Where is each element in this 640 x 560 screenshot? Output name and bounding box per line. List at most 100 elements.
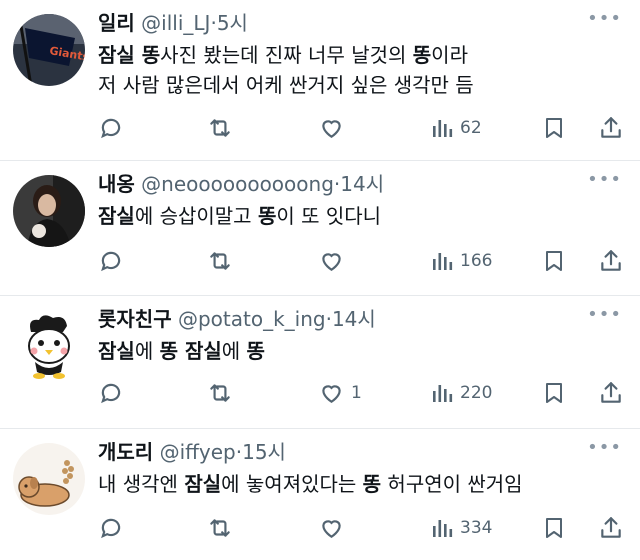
tweet-text: 잠실에 똥 잠실에 똥	[98, 336, 610, 366]
bold-text: 똥	[257, 204, 277, 228]
bookmark-button[interactable]	[542, 113, 566, 143]
timestamp[interactable]: 14시	[340, 172, 384, 196]
retweet-icon	[206, 515, 234, 541]
tweet-text-line: 잠실에 승삽이말고 똥이 또 잇다니	[98, 201, 610, 231]
text-run: 에 승삽이말고	[134, 204, 258, 228]
share-icon	[598, 115, 624, 141]
bold-text: 잠실	[184, 472, 222, 496]
share-button[interactable]	[598, 246, 624, 276]
more-options-icon[interactable]: •••	[587, 439, 622, 457]
views-button[interactable]: 62	[430, 113, 482, 143]
bold-text: 잠실	[98, 339, 135, 363]
user-handle[interactable]: @iffyep	[160, 440, 236, 464]
timestamp[interactable]: 5시	[217, 11, 248, 35]
views-button[interactable]: 334	[430, 513, 492, 543]
bookmark-icon	[542, 248, 566, 274]
bookmark-button[interactable]	[542, 513, 566, 543]
bookmark-icon	[542, 380, 566, 406]
bar-chart-icon	[430, 515, 454, 541]
action-bar: 334	[0, 513, 640, 543]
views-count: 334	[460, 518, 493, 538]
bold-text: 잠실 똥	[98, 43, 161, 67]
retweet-button[interactable]	[206, 378, 234, 408]
share-icon	[598, 380, 624, 406]
heart-icon	[318, 380, 345, 406]
tweet-text-line: 저 사람 많은데서 어케 싼거지 싶은 생각만 듬	[98, 70, 610, 100]
reply-button[interactable]	[98, 378, 124, 408]
retweet-icon	[206, 380, 234, 406]
reply-button[interactable]	[98, 513, 124, 543]
text-run: 에	[134, 339, 160, 363]
avatar[interactable]: Giants	[13, 14, 85, 86]
views-button[interactable]: 166	[430, 246, 492, 276]
reply-button[interactable]	[98, 246, 124, 276]
tweet[interactable]: 내옹 @neoooooooooong·14시 ••• 잠실에 승삽이말고 똥이 …	[0, 161, 640, 296]
avatar[interactable]	[13, 175, 85, 247]
views-count: 166	[460, 251, 493, 271]
text-run: 저 사람 많은데서 어케 싼거지 싶은 생각만 듬	[98, 73, 474, 97]
user-handle[interactable]: @illi_LJ	[141, 11, 210, 35]
avatar[interactable]	[13, 443, 85, 515]
text-run: 사진 봤는데 진짜 너무 날것의	[160, 43, 413, 67]
share-button[interactable]	[598, 378, 624, 408]
user-handle[interactable]: @neoooooooooong	[141, 172, 334, 196]
timestamp[interactable]: 14시	[332, 307, 376, 331]
more-options-icon[interactable]: •••	[587, 171, 622, 189]
text-run: 에 놓여져있다는	[221, 472, 363, 496]
bookmark-icon	[542, 515, 566, 541]
display-name[interactable]: 내옹	[98, 172, 135, 196]
retweet-button[interactable]	[206, 513, 234, 543]
like-button[interactable]	[318, 113, 351, 143]
views-count: 62	[460, 118, 482, 138]
retweet-button[interactable]	[206, 246, 234, 276]
bold-text: 똥	[362, 472, 382, 496]
tweet-text-line: 잠실 똥사진 봤는데 진짜 너무 날것의 똥이라	[98, 40, 610, 70]
share-button[interactable]	[598, 513, 624, 543]
tweet-header: 롯자친구 @potato_k_ing·14시	[98, 306, 376, 332]
display-name[interactable]: 롯자친구	[98, 307, 172, 331]
action-bar: 1 220	[0, 378, 640, 408]
tweet-text-line: 내 생각엔 잠실에 놓여져있다는 똥 허구연이 싼거임	[98, 469, 610, 499]
tweet-text-line: 잠실에 똥 잠실에 똥	[98, 336, 610, 366]
display-name[interactable]: 일리	[98, 11, 135, 35]
views-button[interactable]: 220	[430, 378, 492, 408]
tweet[interactable]: Giants 일리 @illi_LJ·5시 ••• 잠실 똥사진 봤는데 진짜 …	[0, 0, 640, 161]
tweet-header: 일리 @illi_LJ·5시	[98, 10, 248, 36]
bookmark-button[interactable]	[542, 378, 566, 408]
like-button[interactable]	[318, 513, 351, 543]
tweet-header: 내옹 @neoooooooooong·14시	[98, 171, 384, 197]
action-bar: 62	[0, 113, 640, 143]
retweet-icon	[206, 115, 234, 141]
heart-icon	[318, 515, 345, 541]
display-name[interactable]: 개도리	[98, 440, 153, 464]
avatar[interactable]	[13, 310, 85, 382]
tweet-header: 개도리 @iffyep·15시	[98, 439, 286, 465]
penguin-character-avatar-image	[13, 310, 85, 382]
views-count: 220	[460, 383, 493, 403]
bold-text: 똥	[412, 43, 432, 67]
bar-chart-icon	[430, 248, 454, 274]
dog-character-avatar-image	[13, 443, 85, 515]
retweet-button[interactable]	[206, 113, 234, 143]
text-run: 허구연이 싼거임	[381, 472, 523, 496]
like-button[interactable]: 1	[318, 378, 362, 408]
tweet[interactable]: 개도리 @iffyep·15시 ••• 내 생각엔 잠실에 놓여져있다는 똥 허…	[0, 429, 640, 560]
like-count: 1	[351, 383, 362, 403]
reply-button[interactable]	[98, 113, 124, 143]
share-icon	[598, 248, 624, 274]
user-handle[interactable]: @potato_k_ing	[178, 307, 326, 331]
more-options-icon[interactable]: •••	[587, 10, 622, 28]
text-run: 이라	[431, 43, 468, 67]
bold-text: 똥 잠실	[159, 339, 222, 363]
more-options-icon[interactable]: •••	[587, 306, 622, 324]
bar-chart-icon	[430, 115, 454, 141]
tweet-text: 내 생각엔 잠실에 놓여져있다는 똥 허구연이 싼거임	[98, 469, 610, 499]
bold-text: 똥	[246, 339, 265, 363]
timestamp[interactable]: 15시	[242, 440, 286, 464]
baseball-flag-avatar-image: Giants	[13, 14, 85, 86]
tweet[interactable]: 롯자친구 @potato_k_ing·14시 ••• 잠실에 똥 잠실에 똥 1…	[0, 296, 640, 429]
share-icon	[598, 515, 624, 541]
bookmark-button[interactable]	[542, 246, 566, 276]
share-button[interactable]	[598, 113, 624, 143]
like-button[interactable]	[318, 246, 351, 276]
